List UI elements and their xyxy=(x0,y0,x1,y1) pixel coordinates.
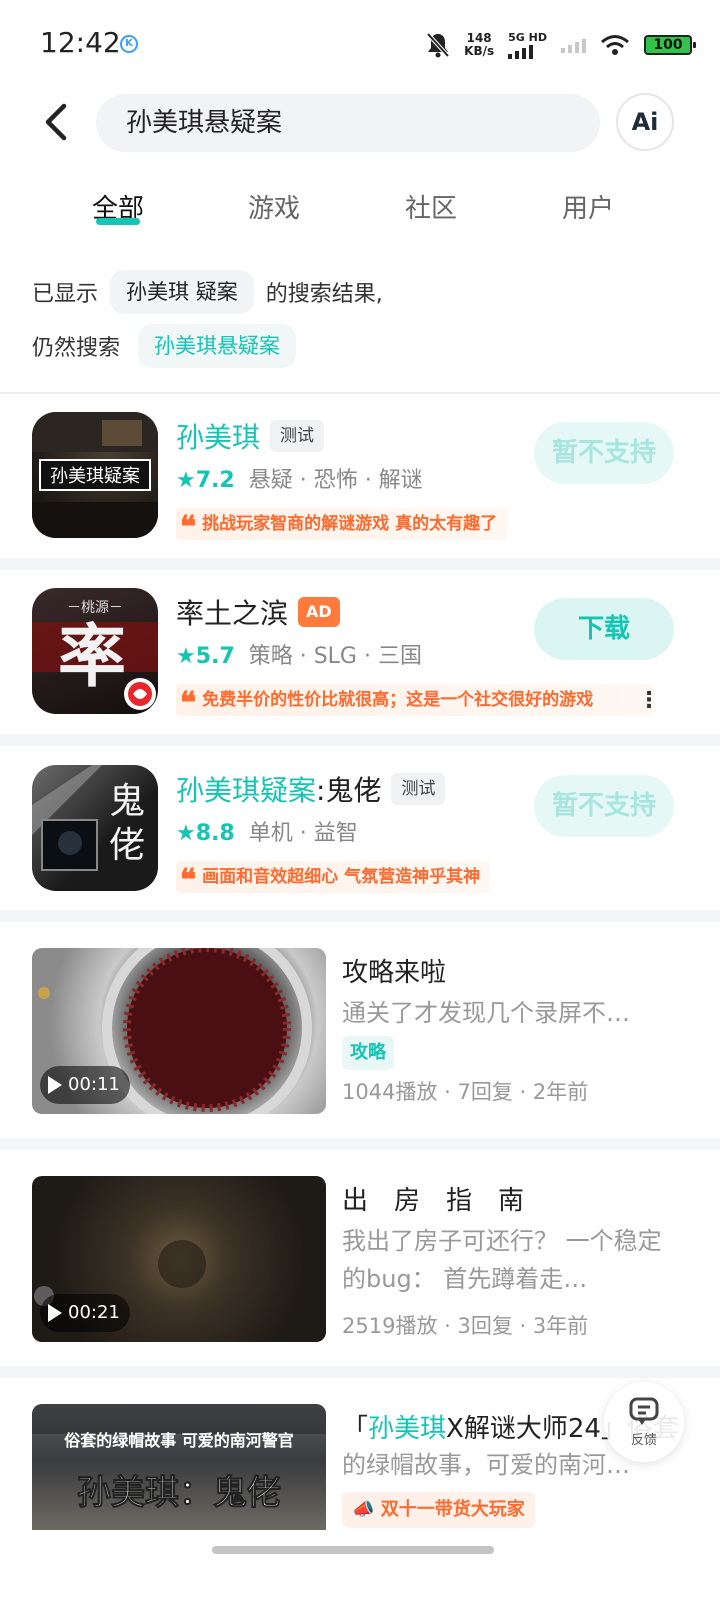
game-icon-title: 孙美琪疑案 xyxy=(50,466,140,487)
game-icon-art: －桃源－ 率 xyxy=(32,600,158,710)
video-thumbnail: 俗套的绿帽故事 可爱的南河警官 孙美琪：鬼佬 xyxy=(32,1404,326,1530)
game-icon-art: 鬼 佬 xyxy=(32,765,145,871)
unsupported-button[interactable]: 暂不支持 xyxy=(534,775,674,837)
video-card[interactable]: 00:21 出 房 指 南 我出了房子可还行？ 一个稳定的bug： 首先蹲着走…… xyxy=(0,1176,720,1346)
game-icon: －桃源－ 率 xyxy=(32,588,158,714)
original-term-chip[interactable]: 孙美琪悬疑案 xyxy=(138,324,297,368)
signal-bars-icon xyxy=(508,43,547,59)
feedback-button[interactable]: 反馈 xyxy=(604,1382,684,1462)
search-correction: 已显示 孙美琪 疑案 的搜索结果, 仍然搜索 孙美琪悬疑案 xyxy=(32,270,700,368)
section-gap xyxy=(0,1138,720,1150)
corrected-term-chip[interactable]: 孙美琪 疑案 xyxy=(110,270,254,314)
game-title: 孙美琪疑案:鬼佬 测试 xyxy=(176,769,446,809)
video-duration: 00:21 xyxy=(40,1294,130,1332)
video-description: 我出了房子可还行？ 一个稳定的bug： 首先蹲着走… xyxy=(342,1227,662,1293)
tab-community[interactable]: 社区 xyxy=(405,188,457,225)
app-notification-icon: K xyxy=(120,35,138,53)
video-thumbnail-art: 俗套的绿帽故事 可爱的南河警官 孙美琪：鬼佬 xyxy=(32,1404,326,1514)
game-card[interactable]: 鬼 佬 孙美琪疑案:鬼佬 测试 ★8.8 单机 · 益智 ❝ 画面和音效超细心 气氛营… xyxy=(0,765,720,915)
game-meta: ★5.7 策略 · SLG · 三国 xyxy=(176,644,422,669)
test-badge: 测试 xyxy=(391,773,446,805)
game-icon: 鬼 佬 xyxy=(32,765,158,891)
status-time: 12:42 xyxy=(40,26,121,59)
download-button[interactable]: 下载 xyxy=(534,598,674,660)
megaphone-icon: 📣 xyxy=(352,1499,375,1520)
feedback-icon xyxy=(629,1397,659,1425)
section-gap xyxy=(0,910,720,922)
back-arrow-icon xyxy=(45,103,67,141)
ad-badge: AD xyxy=(298,597,340,627)
review-snippet: ❝ 画面和音效超细心 气氛营造神乎其神 xyxy=(176,861,491,894)
unsupported-button[interactable]: 暂不支持 xyxy=(534,422,674,484)
tab-active-indicator xyxy=(96,218,140,225)
video-stats: 1044播放 · 7回复 · 2年前 xyxy=(342,1080,589,1104)
thumbnail-caption: 俗套的绿帽故事 可爱的南河警官 xyxy=(63,1431,294,1450)
game-icon-subtitle: －桃源－ xyxy=(67,600,123,616)
thumbnail-title: 孙美琪：鬼佬 xyxy=(77,1473,281,1513)
review-snippet: ❝ 挑战玩家智商的解谜游戏 真的太有趣了 xyxy=(176,508,508,541)
video-description: 通关了才发现几个录屏不… xyxy=(342,999,630,1027)
review-snippet: ❝ 免费半价的性价比就很高；这是一个社交很好的游戏 xyxy=(176,684,654,716)
svg-text:佬: 佬 xyxy=(109,825,145,866)
game-card[interactable]: －桃源－ 率 率土之滨 AD ★5.7 策略 · SLG · 三国 ❝ 免费半价的性价… xyxy=(0,588,720,738)
video-duration: 00:11 xyxy=(40,1066,130,1104)
section-gap xyxy=(0,734,720,746)
video-thumbnail: 00:11 xyxy=(32,948,326,1114)
game-icon-title: 鬼 xyxy=(109,781,145,822)
test-badge: 测试 xyxy=(270,420,325,452)
home-indicator[interactable] xyxy=(212,1546,494,1554)
promo-badge: 📣 双十一带货大玩家 xyxy=(342,1492,535,1528)
net-speed: 148 KB/s xyxy=(464,31,495,58)
strategy-tag[interactable]: 攻略 xyxy=(342,1036,394,1070)
shown-prefix: 已显示 xyxy=(32,282,99,307)
video-stats: 2519播放 · 3回复 · 3年前 xyxy=(342,1314,589,1338)
tab-games[interactable]: 游戏 xyxy=(248,188,300,225)
game-icon-art: 孙美琪疑案 xyxy=(32,412,158,538)
video-thumbnail: 00:21 xyxy=(32,1176,326,1342)
rating: ★5.7 xyxy=(176,644,235,669)
play-icon xyxy=(48,1304,62,1322)
video-title: 攻略来啦 xyxy=(342,958,447,988)
battery-icon: 100 xyxy=(644,35,696,55)
quote-icon: ❝ xyxy=(180,863,197,894)
section-gap xyxy=(0,558,720,570)
shown-suffix: 的搜索结果, xyxy=(265,282,383,307)
search-input[interactable]: 孙美琪悬疑案 xyxy=(96,94,600,152)
game-card[interactable]: 孙美琪疑案 孙美琪 测试 ★7.2 悬疑 · 恐怖 · 解谜 ❝ 挑战玩家智商的解谜游… xyxy=(0,412,720,562)
signal-bars-secondary-icon xyxy=(561,37,586,53)
status-bar: 12:42 K 148 KB/s 5G HD 100 xyxy=(0,0,720,90)
still-search-label: 仍然搜索 xyxy=(32,336,121,361)
back-button[interactable] xyxy=(40,100,80,144)
game-icon: 孙美琪疑案 xyxy=(32,412,158,538)
wifi-icon xyxy=(601,35,629,55)
result-tabs: 全部 游戏 社区 用户 xyxy=(0,188,720,238)
quote-icon: ❝ xyxy=(180,686,197,717)
game-title: 孙美琪 测试 xyxy=(176,416,325,456)
ai-button[interactable]: Ai xyxy=(616,93,674,151)
divider xyxy=(0,392,720,394)
quote-icon: ❝ xyxy=(180,510,197,541)
feedback-label: 反馈 xyxy=(630,1432,657,1448)
more-options-icon[interactable]: ⋮ xyxy=(638,688,660,713)
game-meta: ★8.8 单机 · 益智 xyxy=(176,821,358,846)
signal-5g: 5G HD xyxy=(508,32,547,59)
play-icon xyxy=(48,1076,62,1094)
bell-muted-icon xyxy=(426,32,450,58)
game-meta: ★7.2 悬疑 · 恐怖 · 解谜 xyxy=(176,468,423,493)
video-card[interactable]: 00:11 攻略来啦 通关了才发现几个录屏不… 攻略 1044播放 · 7回复 … xyxy=(0,948,720,1118)
game-title: 率土之滨 AD xyxy=(176,592,340,632)
rating: ★8.8 xyxy=(176,821,235,846)
tab-users[interactable]: 用户 xyxy=(562,188,614,225)
status-icons: 148 KB/s 5G HD 100 xyxy=(426,28,696,62)
rating: ★7.2 xyxy=(176,468,235,493)
section-gap xyxy=(0,1366,720,1378)
video-title: 出 房 指 南 xyxy=(342,1186,525,1216)
game-icon-title: 率 xyxy=(58,617,126,697)
